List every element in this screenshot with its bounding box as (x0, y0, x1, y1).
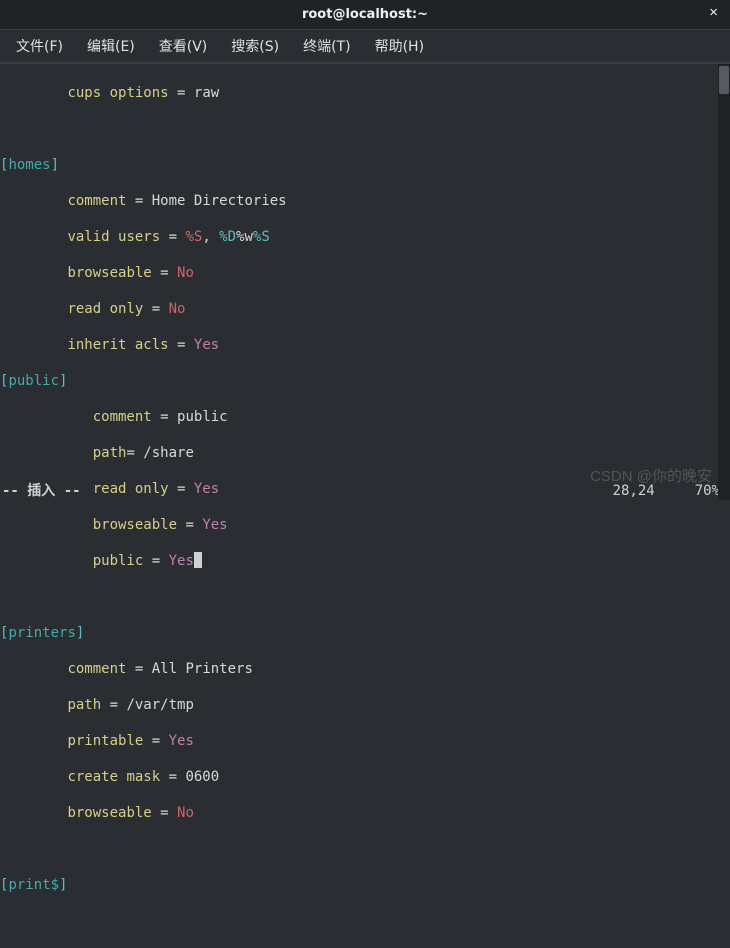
section-printers: printers (8, 625, 75, 641)
val: All Printers (152, 661, 253, 677)
bracket-close: ] (76, 625, 84, 641)
key: cups options (67, 85, 168, 101)
menubar: 文件(F) 编辑(E) 查看(V) 搜索(S) 终端(T) 帮助(H) (0, 30, 730, 64)
op: = (160, 229, 185, 245)
op: = (143, 553, 168, 569)
val: raw (194, 85, 219, 101)
op: = (126, 193, 151, 209)
key: path (93, 445, 127, 461)
val: %w (236, 229, 253, 245)
terminal-area[interactable]: cups options = raw [homes] comment = Hom… (0, 64, 730, 500)
key: path (67, 697, 101, 713)
val: %D (219, 229, 236, 245)
op: = (152, 805, 177, 821)
op: = (160, 769, 185, 785)
key: browseable (67, 805, 151, 821)
bracket-open: [ (0, 877, 8, 893)
op: = (126, 661, 151, 677)
menu-file[interactable]: 文件(F) (4, 30, 75, 62)
val: No (177, 805, 194, 821)
close-icon[interactable]: × (705, 4, 722, 21)
vim-status-line: -- 插入 -- 28,24 70% (0, 482, 730, 500)
op: = (152, 265, 177, 281)
menu-help[interactable]: 帮助(H) (363, 30, 436, 62)
menu-search[interactable]: 搜索(S) (219, 30, 291, 62)
val: 0600 (185, 769, 219, 785)
section-public: public (8, 373, 59, 389)
val: %S (185, 229, 202, 245)
key: printable (67, 733, 143, 749)
menu-view[interactable]: 查看(V) (147, 30, 220, 62)
window-title: root@localhost:~ (302, 7, 428, 22)
val: /var/tmp (126, 697, 193, 713)
val: Yes (202, 517, 227, 533)
key: browseable (67, 265, 151, 281)
op: = (152, 409, 177, 425)
val: Home Directories (152, 193, 287, 209)
key: public (93, 553, 144, 569)
vim-mode: -- 插入 -- (0, 482, 81, 500)
key: comment (93, 409, 152, 425)
op: = (126, 445, 143, 461)
sep: , (202, 229, 219, 245)
bracket-close: ] (59, 877, 67, 893)
op: = (177, 517, 202, 533)
menu-edit[interactable]: 编辑(E) (75, 30, 147, 62)
vim-cursor-pos: 28,24 (613, 482, 695, 500)
val: /share (143, 445, 194, 461)
val: Yes (169, 553, 194, 569)
key: comment (67, 661, 126, 677)
bracket-open: [ (0, 625, 8, 641)
section-printdollar: print$ (8, 877, 59, 893)
key: comment (67, 193, 126, 209)
val: Yes (169, 733, 194, 749)
val: No (169, 301, 186, 317)
op: = (143, 733, 168, 749)
menu-terminal[interactable]: 终端(T) (291, 30, 362, 62)
key: inherit acls (67, 337, 168, 353)
op: = (101, 697, 126, 713)
val: Yes (194, 337, 219, 353)
bracket-close: ] (51, 157, 59, 173)
scrollbar[interactable] (718, 64, 730, 500)
titlebar: root@localhost:~ × (0, 0, 730, 30)
cursor (194, 552, 202, 568)
bracket-close: ] (59, 373, 67, 389)
op: = (143, 301, 168, 317)
key: create mask (67, 769, 160, 785)
val: No (177, 265, 194, 281)
key: read only (67, 301, 143, 317)
val: %S (253, 229, 270, 245)
key: browseable (93, 517, 177, 533)
key: valid users (67, 229, 160, 245)
val: public (177, 409, 228, 425)
section-homes: homes (8, 157, 50, 173)
scrollbar-thumb[interactable] (719, 66, 729, 94)
op: = (169, 337, 194, 353)
op: = (169, 85, 194, 101)
